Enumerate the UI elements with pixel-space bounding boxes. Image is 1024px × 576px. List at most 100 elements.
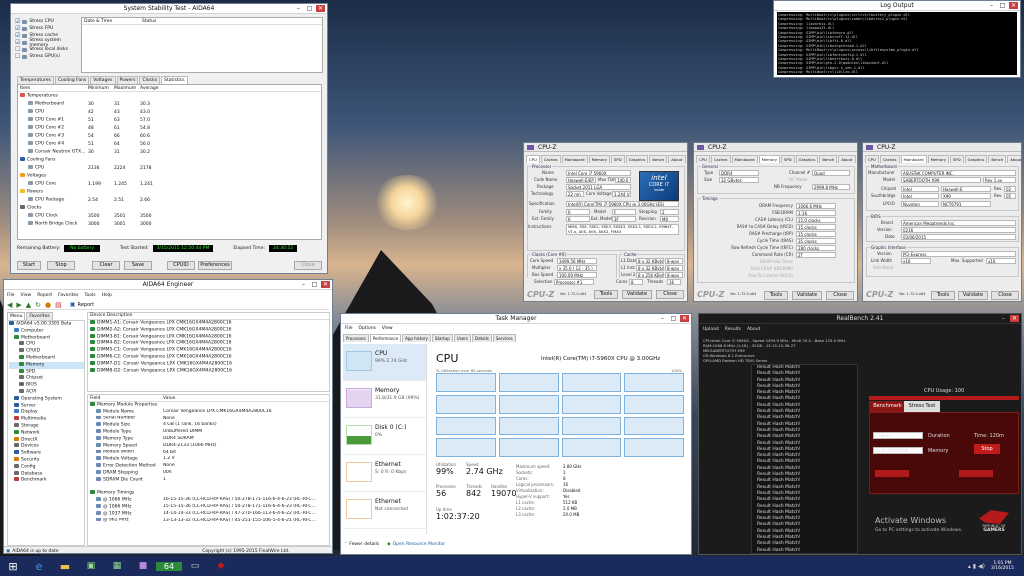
menu-file[interactable]: File	[345, 326, 353, 331]
tree-item[interactable]: Software	[9, 450, 84, 457]
duration-select[interactable]: 2 Hours	[873, 432, 923, 439]
tab-mainboard[interactable]: Mainboard	[900, 155, 927, 163]
cpuz-taskbar-icon[interactable]: ▣	[78, 561, 104, 571]
tab-memory[interactable]: Memory	[588, 155, 611, 163]
tab-favorites[interactable]: Favorites	[26, 312, 53, 320]
memory-select[interactable]: Up to 32GB RAM	[873, 447, 923, 454]
checkbox[interactable]: ☑	[15, 25, 20, 32]
preferences-button[interactable]: Preferences	[198, 261, 232, 270]
device-item[interactable]: DIMM8-D2: Corsair Vengeance LPX CMK16GX4…	[90, 367, 329, 375]
close-window-button[interactable]: Close	[294, 261, 322, 270]
tree-item[interactable]: CPUID	[9, 348, 84, 355]
stop-button[interactable]: Stop	[974, 444, 1000, 454]
tree-item[interactable]: Config	[9, 463, 84, 471]
menu-view[interactable]: View	[382, 326, 393, 331]
tree-item[interactable]: Server	[9, 402, 84, 410]
terminal-icon[interactable]: ▭	[182, 561, 208, 571]
stop-button[interactable]: Stop	[47, 261, 75, 270]
perf-item[interactable]: CPU 99% 2.74 GHz	[343, 344, 426, 381]
menu-report[interactable]: Report	[37, 293, 52, 298]
option-button[interactable]	[875, 470, 909, 477]
tree-item[interactable]: ACPI	[9, 388, 84, 396]
report-icon[interactable]: ▣	[70, 301, 76, 308]
back-icon[interactable]: ◀	[7, 301, 12, 309]
tab-memory[interactable]: Memory	[758, 155, 781, 163]
tree-item[interactable]: CPU	[9, 341, 84, 348]
tree-item[interactable]: Memory	[9, 361, 84, 369]
tab-users[interactable]: Users	[453, 334, 471, 342]
chevron-up-icon[interactable]: ˄	[345, 542, 347, 547]
realbench-taskbar-icon[interactable]: ◆	[208, 561, 234, 571]
tab-cpu[interactable]: CPU	[865, 155, 879, 163]
menu-options[interactable]: Options	[359, 326, 376, 331]
perf-item[interactable]: Disk 0 (C:) 0%	[343, 418, 426, 455]
fewer-details-link[interactable]: Fewer details	[349, 542, 379, 547]
menu-file[interactable]: File	[7, 293, 15, 298]
tab-services[interactable]: Services	[492, 334, 516, 342]
close-button[interactable]: Close	[656, 290, 684, 299]
close-button[interactable]: ✕	[1009, 2, 1018, 9]
maximize-button[interactable]: □	[310, 281, 319, 288]
validate-button[interactable]: Validate	[958, 291, 988, 300]
tab-mainboard[interactable]: Mainboard	[561, 155, 588, 163]
device-item[interactable]: DIMM1-A1: Corsair Vengeance LPX CMK16GX4…	[90, 320, 329, 327]
tree-item[interactable]: Display	[9, 409, 84, 416]
save-button[interactable]: Save	[124, 261, 152, 270]
tab-mainboard[interactable]: Mainboard	[731, 155, 758, 163]
tree-item[interactable]: Operating System	[9, 395, 84, 403]
checkbox[interactable]: ☑	[15, 18, 20, 25]
validate-button[interactable]: Validate	[622, 290, 652, 299]
tree-item[interactable]: Multimedia	[9, 416, 84, 423]
tree-item[interactable]: Database	[9, 470, 84, 478]
tab-graphics[interactable]: Graphics	[625, 155, 649, 163]
close-button[interactable]: Close	[826, 291, 854, 300]
close-button[interactable]: ✕	[1010, 315, 1019, 322]
menu-view[interactable]: View	[21, 293, 32, 298]
close-button[interactable]: ✕	[321, 281, 330, 288]
perf-item[interactable]: Ethernet Not connected	[343, 492, 426, 529]
tree-item[interactable]: Motherboard	[9, 354, 84, 362]
tab-about[interactable]: About	[838, 155, 856, 163]
tab-caches[interactable]: Caches	[879, 155, 900, 163]
aida64-taskbar-icon[interactable]: 64	[156, 561, 182, 571]
tab-menu[interactable]: Menu	[7, 312, 26, 320]
tools-button[interactable]: Tools	[931, 291, 955, 300]
start-icon[interactable]: ⊞	[0, 560, 26, 573]
minimize-button[interactable]: –	[987, 2, 996, 9]
tree-item[interactable]: BIOS	[9, 382, 84, 389]
tab-cpu[interactable]: CPU	[526, 155, 540, 163]
option-button[interactable]	[959, 470, 993, 477]
tab-statistics[interactable]: Statistics	[161, 76, 188, 84]
tree-item[interactable]: Devices	[9, 443, 84, 450]
menu-help[interactable]: Help	[102, 293, 112, 298]
tree-item[interactable]: AIDA64 v5.00.3305 Beta	[9, 321, 84, 328]
checkbox[interactable]: ☑	[15, 32, 20, 39]
cpuz-purple-icon[interactable]: ■	[130, 561, 156, 571]
tab-bench[interactable]: Bench	[649, 155, 668, 163]
close-button[interactable]: ✕	[680, 315, 689, 322]
device-item[interactable]: DIMM5-C1: Corsair Vengeance LPX CMK16GX4…	[90, 347, 329, 354]
tree-item[interactable]: Security	[9, 456, 84, 464]
tree-item[interactable]: SPD	[9, 368, 84, 376]
close-button[interactable]: Close	[991, 291, 1019, 300]
minimize-button[interactable]: –	[299, 281, 308, 288]
menu-favorites[interactable]: Favorites	[58, 293, 78, 298]
tree-item[interactable]: Chipset	[9, 375, 84, 382]
maximize-button[interactable]: □	[998, 2, 1007, 9]
tab-temperatures[interactable]: Temperatures	[17, 76, 54, 84]
tray-icons[interactable]: ▴ ▮ ◀)	[968, 563, 985, 570]
validate-button[interactable]: Validate	[792, 291, 822, 300]
perf-item[interactable]: Ethernet S: 0 R: 0 Kbps	[343, 455, 426, 492]
device-item[interactable]: DIMM3-B1: Corsair Vengeance LPX CMK16GX4…	[90, 333, 329, 341]
menu-upload[interactable]: Upload	[703, 327, 719, 332]
explorer-icon[interactable]: ▬	[52, 560, 78, 573]
maximize-button[interactable]: □	[305, 5, 314, 12]
tab-cooling-fans[interactable]: Cooling Fans	[54, 76, 90, 84]
resource-monitor-link[interactable]: Open Resource Monitor	[393, 542, 446, 547]
menu-results[interactable]: Results	[725, 327, 741, 332]
tree-item[interactable]: Benchmark	[9, 477, 84, 484]
tab-graphics[interactable]: Graphics	[795, 155, 819, 163]
tab-graphics[interactable]: Graphics	[964, 155, 988, 163]
menu-tools[interactable]: Tools	[84, 293, 95, 298]
tab-spd[interactable]: SPD	[781, 155, 795, 163]
